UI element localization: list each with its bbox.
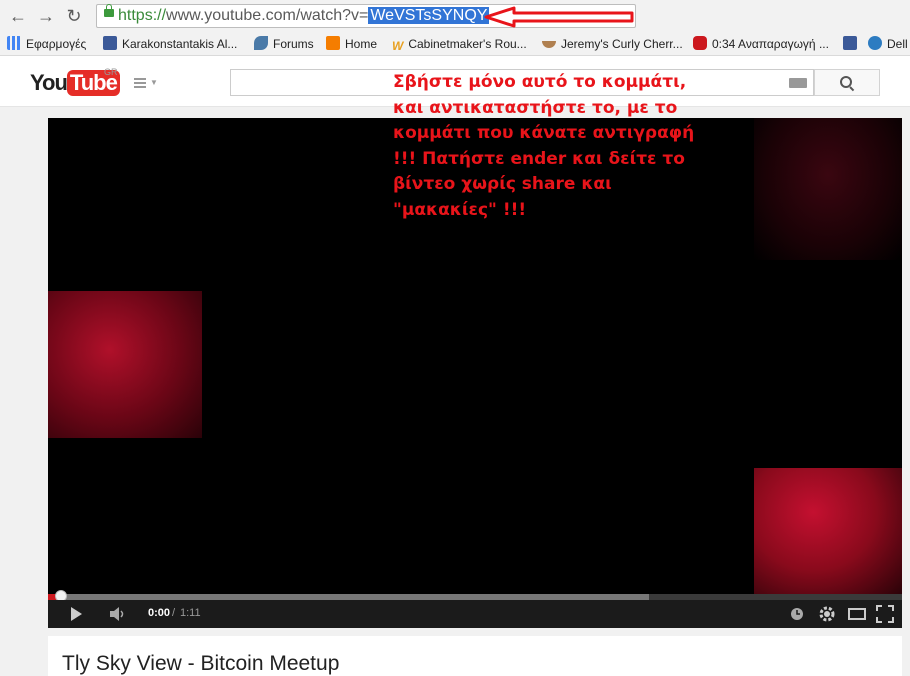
reload-icon[interactable]: ↻: [62, 4, 86, 28]
keyboard-icon[interactable]: [789, 78, 807, 88]
chevron-down-icon[interactable]: ▼: [150, 78, 158, 87]
video-frame-dark-block: [754, 118, 902, 260]
apps-grid-icon: [7, 36, 21, 50]
bird-icon: [254, 36, 268, 50]
bookmark-label: Cabinetmaker's Rou...: [408, 37, 527, 51]
region-label: GR: [104, 67, 118, 77]
bookmark-cabinetmaker[interactable]: W Cabinetmaker's Rou...: [392, 36, 527, 53]
bookmark-apps[interactable]: Εφαρμογές: [7, 36, 86, 52]
lock-icon: [104, 4, 114, 17]
fullscreen-icon[interactable]: [876, 605, 894, 623]
bookmark-youtube[interactable]: 0:34 Αναπαραγωγή ...: [693, 36, 829, 52]
search-icon: [840, 76, 852, 88]
forward-arrow-icon[interactable]: →: [34, 4, 58, 28]
url-video-id-selected[interactable]: WeVSTsSYNQY: [368, 7, 490, 24]
bookmark-dell[interactable]: Dell: [868, 36, 908, 52]
arrow-annotation-icon: [484, 6, 634, 28]
back-arrow-icon[interactable]: ←: [6, 4, 30, 28]
bookmark-label: Forums: [273, 37, 314, 51]
video-frame-red-block: [754, 468, 902, 594]
guide-menu-icon[interactable]: [134, 78, 146, 88]
bookmark-label: Dell: [887, 37, 908, 51]
w-logo-icon: W: [392, 39, 404, 53]
watch-later-icon[interactable]: [790, 607, 804, 621]
player-controls: [48, 600, 902, 628]
url-text[interactable]: https://www.youtube.com/watch?v= WeVSTsSY…: [118, 7, 490, 25]
facebook-icon: [843, 36, 857, 50]
bookmark-facebook[interactable]: Karakonstantakis Al...: [103, 36, 237, 52]
url-host-path: www.youtube.com/watch?v=: [166, 7, 369, 24]
facebook-icon: [103, 36, 117, 50]
time-current: 0:00: [148, 607, 171, 619]
bookmark-facebook-2[interactable]: [843, 36, 862, 52]
time-separator: /: [172, 607, 176, 619]
time-total: 1:11: [180, 607, 201, 619]
theater-mode-icon[interactable]: [848, 607, 866, 621]
video-title: Tly Sky View - Bitcoin Meetup: [62, 652, 340, 675]
volume-icon[interactable]: [108, 606, 126, 622]
bookmark-label: Karakonstantakis Al...: [122, 37, 238, 51]
bookmark-label: Εφαρμογές: [26, 37, 87, 51]
bookmark-home[interactable]: Home: [326, 36, 377, 52]
youtube-icon: [693, 36, 707, 50]
bowl-icon: [542, 41, 556, 48]
gear-icon[interactable]: [818, 605, 836, 623]
video-frame-red-block: [48, 291, 202, 438]
bookmark-label: Home: [345, 37, 378, 51]
instruction-annotation: Σβήστε μόνο αυτό το κομμάτι, και αντικατ…: [393, 72, 695, 220]
url-scheme: https://: [118, 7, 167, 24]
bookmark-forums[interactable]: Forums: [254, 36, 314, 52]
bookmark-label: 0:34 Αναπαραγωγή ...: [712, 37, 829, 51]
dell-icon: [868, 36, 882, 50]
play-icon[interactable]: [68, 606, 84, 622]
bookmark-label: Jeremy's Curly Cherr...: [561, 37, 683, 51]
logo-you: You: [30, 70, 68, 95]
bookmark-jeremys[interactable]: Jeremy's Curly Cherr...: [542, 36, 683, 52]
blogger-icon: [326, 36, 340, 50]
